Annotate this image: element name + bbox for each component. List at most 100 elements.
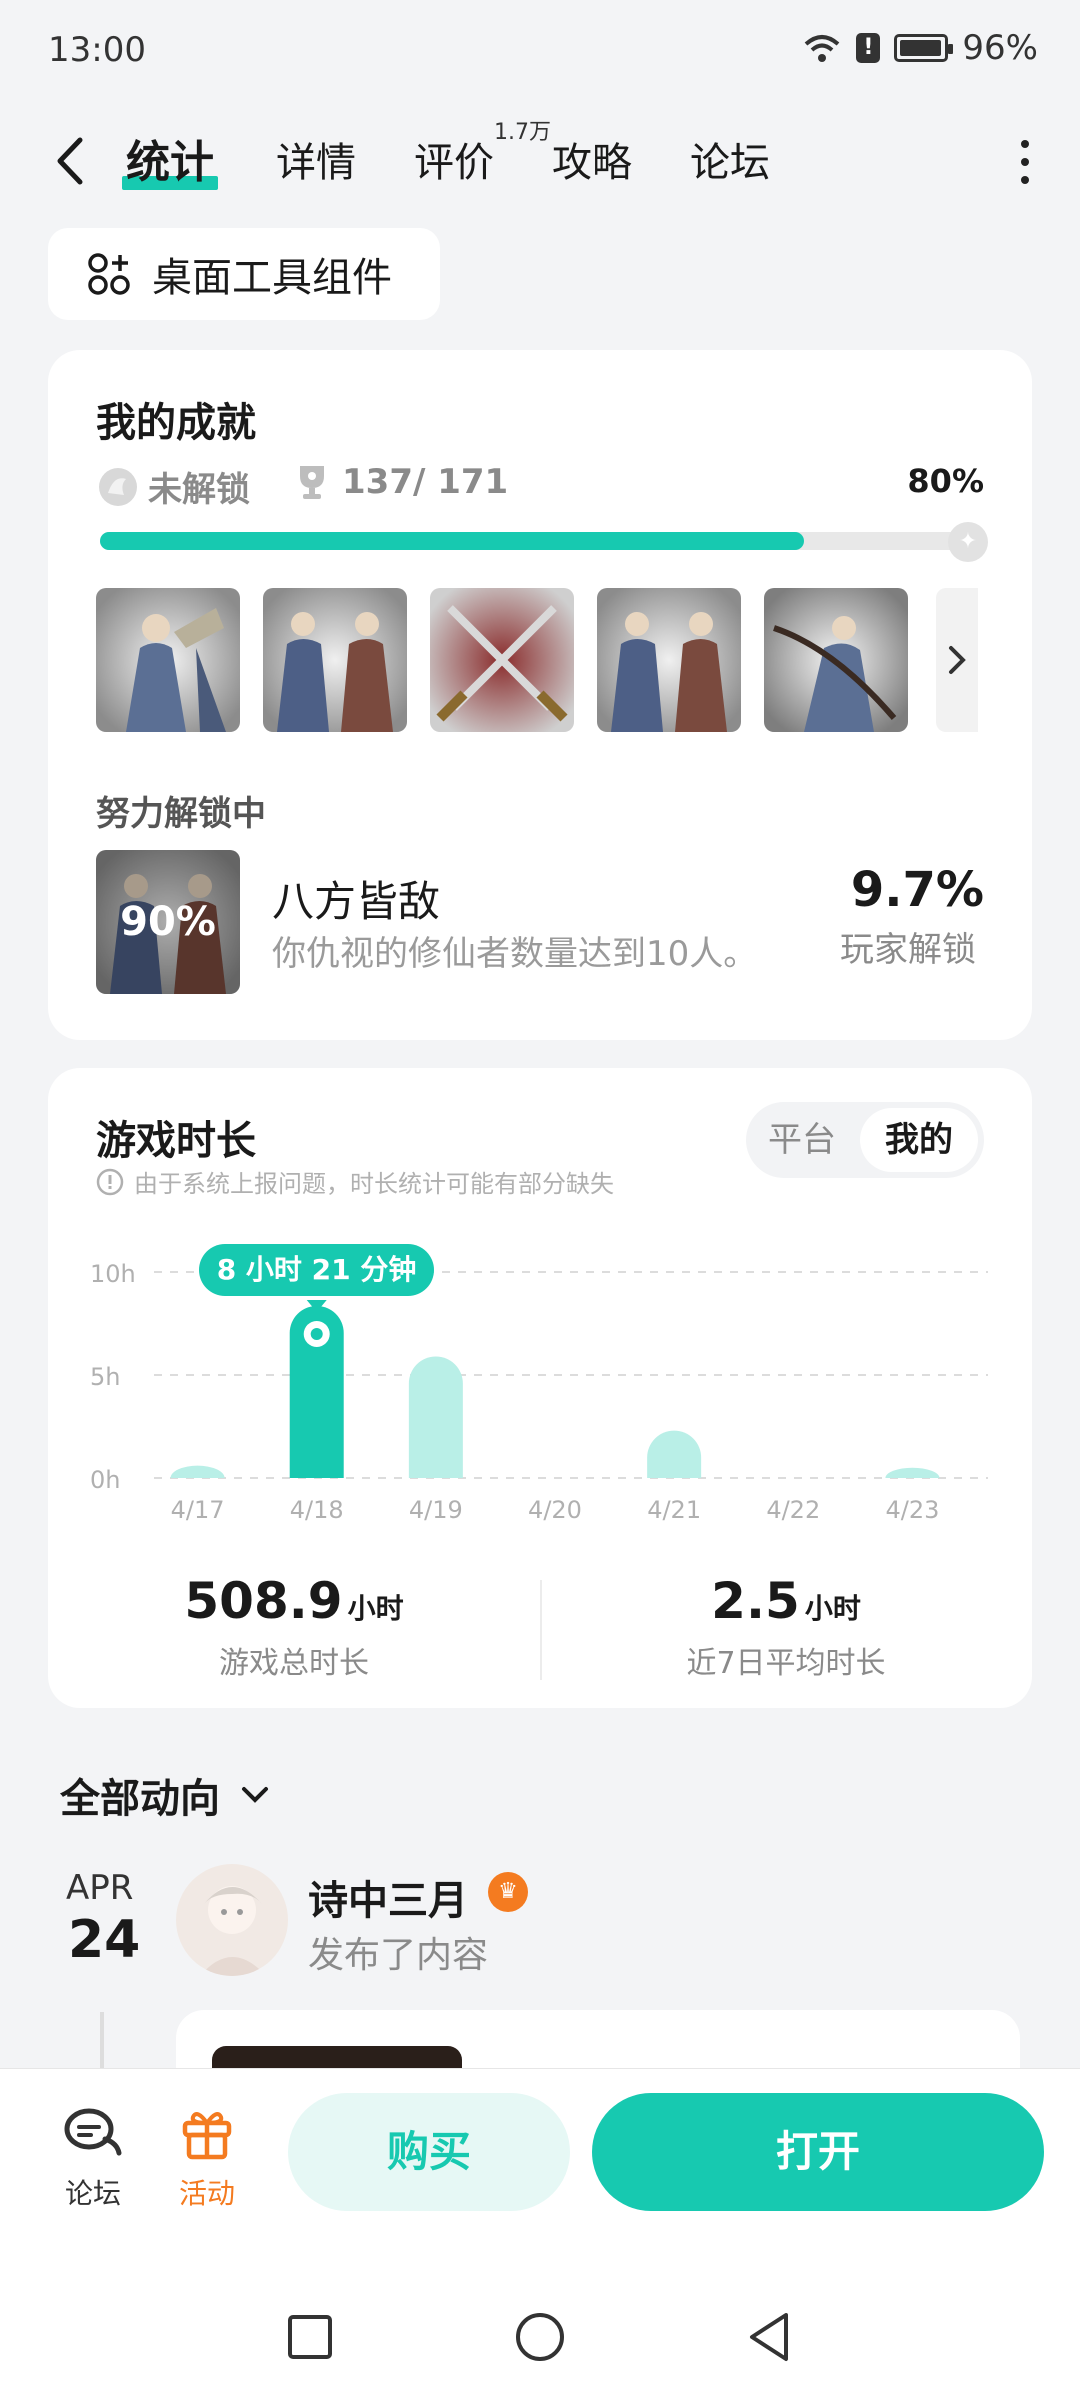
feed-title: 全部动向 [60,1776,220,1822]
locked-label: 未解锁 [148,470,250,510]
tab-forum[interactable]: 论坛 [690,130,770,188]
achievement-count-value: 137/ 171 [342,462,509,502]
tab-guides[interactable]: 攻略 [552,130,632,188]
current-achievement-thumb[interactable]: 90% [96,850,240,994]
gift-icon [182,2112,232,2160]
feed-date-month: APR [66,1868,134,1908]
locked-filter[interactable]: 未解锁 [96,462,250,511]
activity-button[interactable]: 活动 [152,2105,262,2212]
y-tick-label: 10h [90,1260,136,1288]
status-time: 13:00 [48,30,146,70]
square-icon [288,2315,332,2359]
achievement-thumb[interactable] [764,588,908,732]
desktop-widget-label: 桌面工具组件 [152,255,392,301]
open-button[interactable]: 打开 [592,2093,1044,2211]
total-playtime-value: 508.9 [184,1572,343,1630]
bar [170,1465,225,1478]
bar [408,1356,463,1478]
achievement-thumb[interactable] [96,588,240,732]
home-button[interactable] [510,2307,570,2367]
feed-filter-dropdown[interactable]: 全部动向 [60,1766,272,1824]
achievement-progress-fill [100,532,804,550]
avg-playtime: 2.5 小时 近7日平均时长 [540,1572,1032,1682]
tab-stats-label: 统计 [126,137,214,188]
locked-achievement-icon [99,467,137,506]
x-tick-label: 4/17 [171,1496,225,1524]
x-tick-label: 4/22 [766,1496,820,1524]
x-tick-label: 4/21 [647,1496,701,1524]
achievement-count: 137/ 171 [294,462,508,502]
activity-label: 活动 [178,2177,235,2210]
battery-icon [894,34,954,62]
playtime-chart: 0h 5h 10h 4/17 4/18 4/19 4/20 4/21 4/22 4/23 [90,1260,988,1524]
avg-playtime-label: 近7日平均时长 [686,1646,886,1681]
total-playtime: 508.9 小时 游戏总时长 [48,1572,540,1682]
bar-marker-dot [310,1327,323,1340]
y-tick-label: 5h [90,1363,120,1391]
achievement-thumb[interactable] [597,588,741,732]
back-nav-button[interactable] [740,2307,800,2367]
total-playtime-unit: 小时 [347,1592,404,1625]
trophy-icon [300,466,324,499]
x-tick-label: 4/19 [409,1496,463,1524]
feed-date-day: 24 [68,1910,141,1970]
recent-apps-button[interactable] [280,2307,340,2367]
achievement-percent: 80% [907,462,984,500]
alert-icon: ! [856,33,881,63]
total-playtime-label: 游戏总时长 [219,1646,369,1681]
forum-button[interactable]: 论坛 [38,2105,148,2212]
bar [885,1467,940,1478]
achievements-next-button[interactable] [936,588,978,732]
tab-reviews[interactable]: 评价 [414,130,494,188]
buy-button[interactable]: 购买 [288,2093,570,2211]
chevron-right-icon [949,646,966,674]
wifi-icon [805,35,840,62]
x-tick-label: 4/20 [528,1496,582,1524]
reviews-count-badge: 1.7万 [494,120,551,145]
bottom-action-bar: 论坛 活动 购买 打开 [0,2068,1080,2400]
current-achievement-name: 八方皆敌 [272,877,441,926]
x-tick-label: 4/23 [885,1496,939,1524]
dot-icon [1021,176,1029,184]
triangle-back-icon [750,2313,788,2361]
feed-action: 发布了内容 [308,1935,489,1976]
avg-playtime-unit: 小时 [804,1592,861,1625]
back-button[interactable] [44,126,100,196]
tab-details[interactable]: 详情 [276,130,356,188]
achievements-card: 我的成就 未解锁 137/ 171 80% ✦ 努力解锁中 90% 八方皆敌 你… [48,350,1032,1040]
y-tick-label: 0h [90,1466,120,1494]
progress-end-icon: ✦ [948,522,988,562]
tab-reviews-label: 评价 [414,140,494,186]
x-tick-label: 4/18 [290,1496,344,1524]
achievement-thumb[interactable] [430,588,574,732]
playtime-card: 游戏时长 由于系统上报问题，时长统计可能有部分缺失 平台 我的 0h 5h 10h 4… [48,1068,1032,1708]
current-achievement-rate-label: 玩家解锁 [840,930,976,970]
trophy-badge-icon: ♛ [488,1872,528,1912]
avatar[interactable] [176,1864,288,1976]
achievement-thumb[interactable] [263,588,407,732]
current-achievement-desc: 你仇视的修仙者数量达到10人。 [272,934,758,974]
circle-icon [516,2313,564,2361]
chevron-left-icon [57,137,83,185]
status-icons: ! 96% [802,28,1038,68]
current-achievement-progress: 90% [120,899,216,945]
battery-percent: 96% [962,28,1038,68]
desktop-widget-button[interactable]: 桌面工具组件 [48,228,440,320]
timeline-line [100,2012,104,2072]
tab-stats[interactable]: 统计 [122,126,218,190]
current-achievement-rate: 9.7% [850,862,984,918]
bar [647,1430,702,1478]
achievements-title: 我的成就 [96,400,256,446]
feed-user-name[interactable]: 诗中三月 [308,1868,468,1926]
more-options-button[interactable] [1000,132,1050,192]
forum-chat-icon [64,2108,122,2156]
widgets-icon [88,253,130,295]
avg-playtime-value: 2.5 [711,1572,800,1630]
forum-label: 论坛 [64,2177,121,2210]
playtime-tooltip: 8 小时 21 分钟 [198,1243,435,1296]
top-nav: 统计 详情 评价 1.7万 攻略 论坛 [0,110,1080,210]
dot-icon [1021,140,1029,148]
chevron-down-icon [242,1787,268,1803]
achievement-progress-bar [100,532,980,550]
dot-icon [1021,158,1029,166]
